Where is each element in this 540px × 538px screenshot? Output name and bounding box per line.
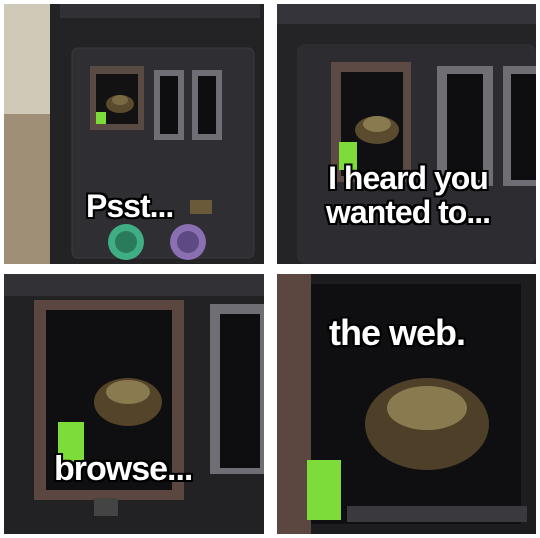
caption-browse: browse... bbox=[54, 450, 193, 488]
computer-back-photo bbox=[4, 274, 264, 534]
comic-panel-1: Psst... bbox=[4, 4, 264, 264]
caption-line-2: wanted to... bbox=[326, 193, 491, 230]
computer-back-photo bbox=[4, 4, 264, 264]
spider bbox=[355, 116, 399, 144]
caption-heard: I heard you wanted to... bbox=[293, 160, 523, 230]
comic-panel-2: I heard you wanted to... bbox=[277, 4, 536, 264]
caption-line-1: I heard you bbox=[328, 160, 489, 196]
comic-panel-4: the web. bbox=[277, 274, 536, 534]
caption-the-web: the web. bbox=[329, 312, 466, 353]
spider bbox=[94, 378, 162, 426]
comic-panel-3: browse... bbox=[4, 274, 264, 534]
caption-psst: Psst... bbox=[86, 188, 174, 224]
spider bbox=[365, 378, 489, 470]
spider bbox=[106, 95, 134, 113]
